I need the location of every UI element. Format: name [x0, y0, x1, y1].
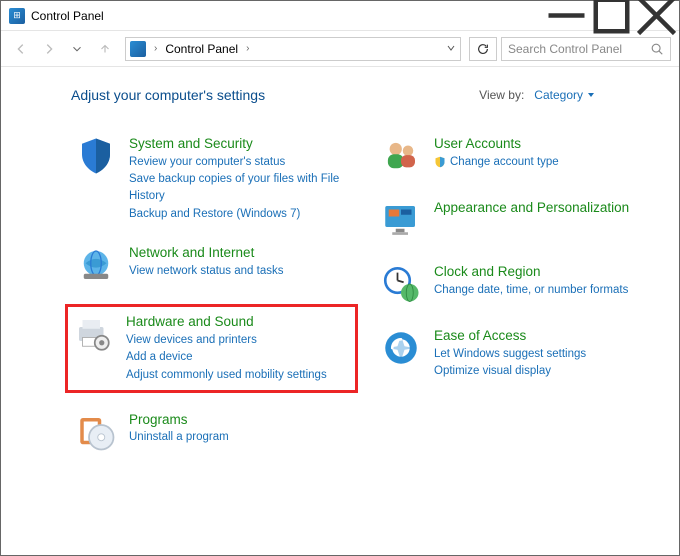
view-by: View by: Category — [479, 88, 595, 102]
chevron-down-icon — [587, 91, 595, 99]
sub-link[interactable]: View network status and tasks — [129, 263, 283, 280]
search-icon — [650, 42, 664, 56]
category-programs: Programs Uninstall a program — [71, 407, 358, 457]
page-title: Adjust your computer's settings — [71, 87, 265, 103]
category-title[interactable]: Programs — [129, 411, 229, 429]
ease-of-access-icon — [380, 327, 422, 369]
category-title[interactable]: Hardware and Sound — [126, 313, 327, 331]
search-input[interactable]: Search Control Panel — [501, 37, 671, 61]
categories-left: System and Security Review your computer… — [71, 131, 358, 471]
category-clock-region: Clock and Region Change date, time, or n… — [376, 259, 663, 309]
forward-button[interactable] — [37, 37, 61, 61]
back-button[interactable] — [9, 37, 33, 61]
sub-link[interactable]: Uninstall a program — [129, 429, 229, 446]
category-hardware-sound: Hardware and Sound View devices and prin… — [65, 304, 358, 393]
category-network: Network and Internet View network status… — [71, 240, 358, 290]
navbar: › Control Panel › Search Control Panel — [1, 31, 679, 67]
category-title[interactable]: Clock and Region — [434, 263, 628, 281]
window-title: Control Panel — [31, 9, 104, 23]
control-panel-icon: ⊞ — [9, 8, 25, 24]
shield-icon — [75, 135, 117, 177]
view-by-label: View by: — [479, 88, 524, 102]
content-area: Adjust your computer's settings View by:… — [1, 67, 679, 471]
sub-link[interactable]: Review your computer's status — [129, 154, 354, 171]
sub-link[interactable]: Adjust commonly used mobility settings — [126, 367, 327, 384]
address-bar[interactable]: › Control Panel › — [125, 37, 461, 61]
maximize-button[interactable] — [589, 1, 634, 30]
sub-link[interactable]: Optimize visual display — [434, 363, 586, 380]
category-system-security: System and Security Review your computer… — [71, 131, 358, 226]
sub-link[interactable]: Change account type — [434, 154, 559, 171]
chevron-down-icon[interactable] — [446, 42, 456, 56]
refresh-button[interactable] — [469, 37, 497, 61]
chevron-right-icon: › — [242, 43, 253, 54]
category-ease-of-access: Ease of Access Let Windows suggest setti… — [376, 323, 663, 384]
users-icon — [380, 135, 422, 177]
sub-link[interactable]: Backup and Restore (Windows 7) — [129, 206, 354, 223]
close-button[interactable] — [634, 1, 679, 30]
view-by-dropdown[interactable]: Category — [534, 88, 595, 102]
category-title[interactable]: User Accounts — [434, 135, 559, 153]
recent-dropdown[interactable] — [65, 37, 89, 61]
category-user-accounts: User Accounts Change account type — [376, 131, 663, 181]
category-title[interactable]: Ease of Access — [434, 327, 586, 345]
category-appearance: Appearance and Personalization — [376, 195, 663, 245]
breadcrumb[interactable]: Control Panel — [165, 42, 238, 56]
sub-link[interactable]: Add a device — [126, 349, 327, 366]
category-title[interactable]: System and Security — [129, 135, 354, 153]
disc-icon — [75, 411, 117, 453]
control-panel-icon — [130, 41, 146, 57]
search-placeholder: Search Control Panel — [508, 42, 644, 56]
sub-link[interactable]: View devices and printers — [126, 332, 327, 349]
globe-icon — [75, 244, 117, 286]
printer-icon — [72, 313, 114, 355]
sub-link[interactable]: Save backup copies of your files with Fi… — [129, 171, 354, 204]
up-button[interactable] — [93, 37, 117, 61]
category-title[interactable]: Network and Internet — [129, 244, 283, 262]
categories-right: User Accounts Change account type Appear… — [376, 131, 663, 471]
category-title[interactable]: Appearance and Personalization — [434, 199, 629, 217]
chevron-right-icon: › — [150, 43, 161, 54]
clock-globe-icon — [380, 263, 422, 305]
sub-link[interactable]: Change date, time, or number formats — [434, 282, 628, 299]
shield-icon — [434, 156, 446, 168]
minimize-button[interactable] — [544, 1, 589, 30]
monitor-icon — [380, 199, 422, 241]
window-controls — [544, 1, 679, 30]
titlebar: ⊞ Control Panel — [1, 1, 679, 31]
sub-link[interactable]: Let Windows suggest settings — [434, 346, 586, 363]
